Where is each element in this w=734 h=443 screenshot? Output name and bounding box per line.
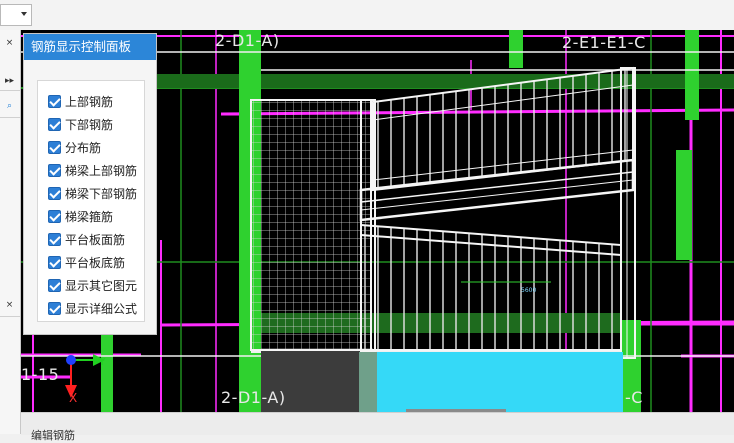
option-label: 下部钢筋 bbox=[65, 117, 114, 132]
option-show-detailed-formula[interactable]: 显示详细公式 bbox=[48, 299, 137, 317]
option-landing-bottom-rebar[interactable]: 平台板底筋 bbox=[48, 253, 125, 271]
option-show-other-elements[interactable]: 显示其它图元 bbox=[48, 276, 137, 294]
option-label: 平台板底筋 bbox=[65, 255, 126, 270]
left-sidebar: × ▸▸ ⌕ × bbox=[0, 30, 21, 434]
close-icon[interactable]: × bbox=[1, 36, 18, 50]
panel-title[interactable]: 钢筋显示控制面板 bbox=[24, 34, 156, 60]
option-label: 分布筋 bbox=[65, 140, 102, 155]
option-label: 梯梁箍筋 bbox=[65, 209, 114, 224]
ucs-y-label: Y bbox=[98, 357, 106, 368]
option-stair-beam-stirrup[interactable]: 梯梁箍筋 bbox=[48, 207, 113, 225]
sidebar-divider bbox=[0, 316, 20, 317]
search-icon[interactable]: ⌕ bbox=[1, 99, 18, 113]
axis-label-top-right: 2-E1-E1-C bbox=[562, 33, 646, 52]
checkbox-checked-icon[interactable] bbox=[48, 117, 61, 131]
chevron-down-icon[interactable] bbox=[21, 12, 27, 16]
floor-dropdown[interactable] bbox=[0, 4, 32, 26]
option-label: 平台板面筋 bbox=[65, 232, 126, 247]
checkbox-checked-icon[interactable] bbox=[48, 209, 61, 223]
checkbox-checked-icon[interactable] bbox=[48, 301, 61, 315]
ucs-x-label: X bbox=[69, 391, 77, 405]
option-stair-beam-bottom-rebar[interactable]: 梯梁下部钢筋 bbox=[48, 184, 137, 202]
option-top-rebar[interactable]: 上部钢筋 bbox=[48, 92, 113, 110]
option-label: 显示其它图元 bbox=[65, 278, 138, 293]
option-stair-beam-top-rebar[interactable]: 梯梁上部钢筋 bbox=[48, 161, 137, 179]
sidebar-divider bbox=[0, 90, 20, 91]
option-label: 梯梁上部钢筋 bbox=[65, 163, 138, 178]
checkbox-checked-icon[interactable] bbox=[48, 278, 61, 292]
checkbox-checked-icon[interactable] bbox=[48, 186, 61, 200]
bottom-panel: 编辑钢筋 bbox=[21, 412, 734, 442]
option-label: 上部钢筋 bbox=[65, 94, 114, 109]
grid-label-left: 1-15 bbox=[21, 365, 60, 384]
checkbox-checked-icon[interactable] bbox=[48, 94, 61, 108]
rebar-display-panel: 钢筋显示控制面板 上部钢筋 下部钢筋 分布筋 梯梁上部钢筋 梯梁下部钢筋 梯梁箍… bbox=[23, 33, 157, 335]
dimension-text: 5600 bbox=[521, 287, 536, 294]
checkbox-checked-icon[interactable] bbox=[48, 232, 61, 246]
top-toolbar bbox=[0, 0, 734, 31]
option-label: 梯梁下部钢筋 bbox=[65, 186, 138, 201]
sidebar-divider bbox=[0, 117, 20, 118]
checkbox-checked-icon[interactable] bbox=[48, 163, 61, 177]
tab-edit-rebar[interactable]: 编辑钢筋 bbox=[31, 427, 75, 443]
checkbox-checked-icon[interactable] bbox=[48, 140, 61, 154]
expand-icon[interactable]: ▸▸ bbox=[1, 74, 18, 88]
checkbox-checked-icon[interactable] bbox=[48, 255, 61, 269]
option-landing-top-rebar[interactable]: 平台板面筋 bbox=[48, 230, 125, 248]
axis-label-bottom-right: -C bbox=[625, 388, 643, 407]
option-distribution-bar[interactable]: 分布筋 bbox=[48, 138, 101, 156]
axis-label-bottom-left: 2-D1-A) bbox=[221, 388, 286, 407]
option-label: 显示详细公式 bbox=[65, 301, 138, 316]
axis-label-top-left: 2-D1-A) bbox=[215, 31, 280, 50]
close-icon[interactable]: × bbox=[1, 298, 18, 312]
options-list: 上部钢筋 下部钢筋 分布筋 梯梁上部钢筋 梯梁下部钢筋 梯梁箍筋 平台板面筋 平… bbox=[37, 80, 145, 322]
option-bottom-rebar[interactable]: 下部钢筋 bbox=[48, 115, 113, 133]
